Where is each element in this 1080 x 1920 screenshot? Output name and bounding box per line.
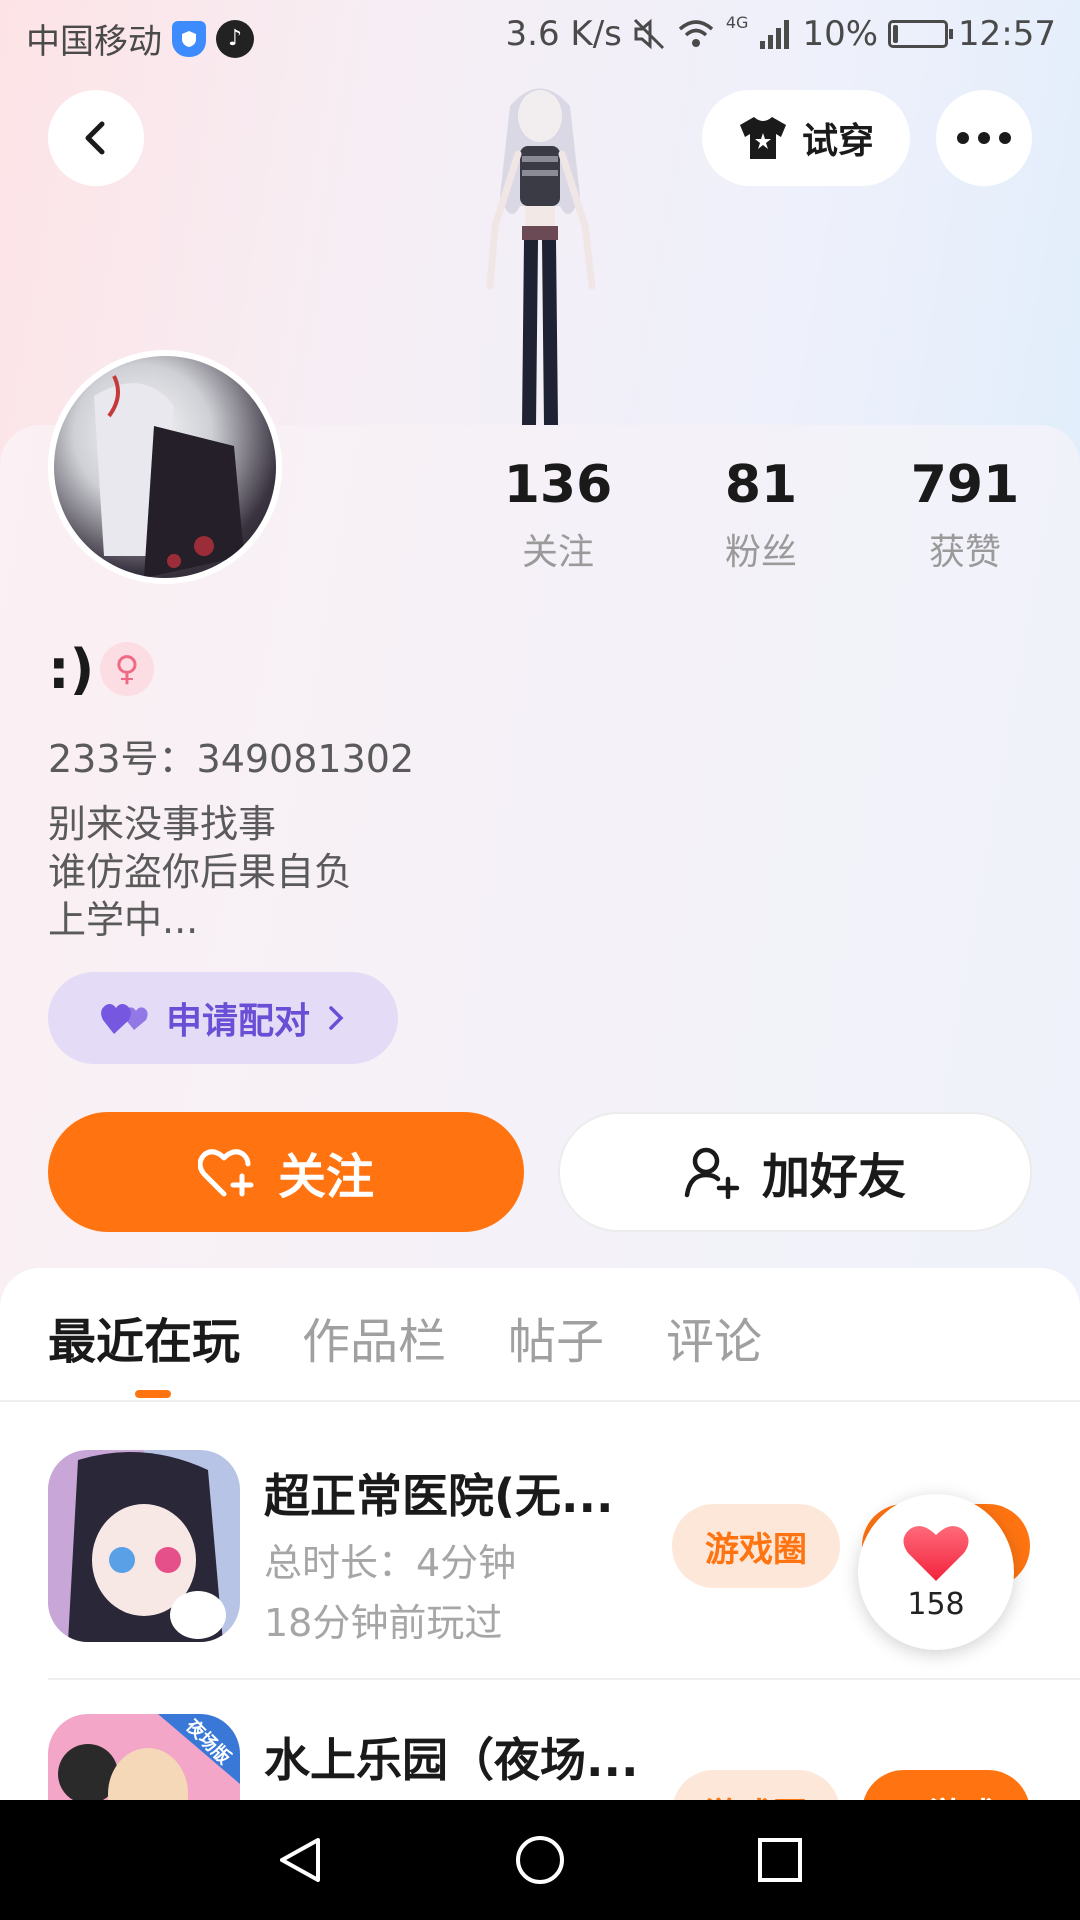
game-circle-button[interactable]: 游戏圈 bbox=[672, 1770, 840, 1800]
likes-label: 获赞 bbox=[928, 532, 1001, 573]
add-person-icon bbox=[684, 1147, 740, 1199]
add-friend-label: 加好友 bbox=[761, 1149, 906, 1205]
tab-works[interactable]: 作品栏 bbox=[302, 1302, 446, 1372]
carrier-label: 中国移动 bbox=[26, 22, 162, 62]
shield-icon bbox=[172, 20, 206, 57]
nav-recents-icon[interactable] bbox=[754, 1834, 806, 1886]
tshirt-icon bbox=[739, 117, 786, 159]
nav-home-icon[interactable] bbox=[514, 1834, 566, 1886]
game-icon[interactable]: 夜场版 bbox=[48, 1714, 240, 1800]
follow-label: 关注 bbox=[277, 1149, 374, 1205]
tab-comments[interactable]: 评论 bbox=[666, 1302, 762, 1372]
back-button[interactable] bbox=[48, 90, 144, 186]
heart-plus-icon bbox=[197, 1149, 254, 1197]
status-bar: 中国移动 ♪ 3.6 K/s 4G 10% 12:57 bbox=[0, 0, 1080, 74]
game-title: 水上乐园（夜场... bbox=[264, 1733, 639, 1787]
wifi-icon bbox=[678, 20, 714, 47]
back-arrow-icon bbox=[85, 121, 105, 155]
try-on-button[interactable]: 试穿 bbox=[702, 90, 910, 186]
signal-icon bbox=[760, 20, 790, 49]
like-bubble[interactable]: 158 bbox=[858, 1494, 1014, 1650]
tab-recently-played[interactable]: 最近在玩 bbox=[48, 1302, 240, 1372]
user-id: 233号：349081302 bbox=[48, 737, 415, 781]
avatar[interactable] bbox=[48, 350, 282, 584]
clock: 12:57 bbox=[958, 14, 1056, 54]
tabs-divider bbox=[0, 1400, 1080, 1402]
following-count: 136 bbox=[503, 455, 613, 515]
likes-count: 791 bbox=[910, 455, 1020, 515]
stat-likes[interactable]: 791 获赞 bbox=[885, 455, 1045, 575]
system-nav-bar bbox=[0, 1800, 1080, 1920]
game-title: 超正常医院(无... bbox=[264, 1469, 614, 1523]
chevron-right-icon bbox=[329, 1006, 344, 1030]
game-circle-button[interactable]: 游戏圈 bbox=[672, 1504, 840, 1588]
like-count: 158 bbox=[907, 1586, 965, 1622]
battery-percent: 10% bbox=[802, 14, 879, 54]
following-label: 关注 bbox=[521, 532, 594, 573]
network-type: 4G bbox=[725, 12, 749, 32]
row-divider bbox=[48, 1678, 1080, 1680]
bio-line: 谁仿盗你后果自负 bbox=[48, 850, 353, 894]
tab-indicator bbox=[135, 1390, 171, 1398]
try-on-label: 试穿 bbox=[801, 121, 874, 162]
bio-line: 别来没事找事 bbox=[48, 802, 277, 846]
more-button[interactable] bbox=[936, 90, 1032, 186]
add-friend-button[interactable]: 加好友 bbox=[558, 1112, 1032, 1232]
tab-posts[interactable]: 帖子 bbox=[508, 1302, 604, 1372]
apply-pair-button[interactable]: 申请配对 bbox=[48, 972, 398, 1064]
profile-tabs: 最近在玩 作品栏 帖子 评论 bbox=[48, 1302, 762, 1372]
net-speed: 3.6 K/s bbox=[505, 14, 622, 54]
game-duration: 总时长：4分钟 bbox=[264, 1541, 517, 1585]
double-heart-icon bbox=[101, 1004, 148, 1034]
bio: 别来没事找事 谁仿盗你后果自负 上学中... bbox=[48, 800, 352, 944]
heart-icon bbox=[903, 1525, 969, 1581]
bio-line: 上学中... bbox=[48, 898, 199, 942]
battery-icon bbox=[888, 20, 954, 48]
avatar-3d-figure bbox=[486, 88, 596, 426]
apply-pair-label: 申请配对 bbox=[165, 1001, 310, 1042]
stat-following[interactable]: 136 关注 bbox=[478, 455, 638, 575]
game-last-played: 18分钟前玩过 bbox=[264, 1601, 503, 1645]
followers-count: 81 bbox=[724, 455, 798, 515]
stat-followers[interactable]: 81 粉丝 bbox=[681, 455, 841, 575]
more-icon bbox=[957, 132, 1011, 144]
game-row[interactable]: 夜场版 水上乐园（夜场... 游戏圈 玩游戏 bbox=[48, 1714, 1080, 1800]
mute-icon bbox=[633, 18, 664, 50]
female-gender-icon: ♀ bbox=[100, 642, 154, 696]
game-icon[interactable] bbox=[48, 1450, 240, 1642]
play-game-button[interactable]: 玩游戏 bbox=[862, 1770, 1030, 1800]
nav-back-icon[interactable] bbox=[274, 1834, 326, 1886]
followers-label: 粉丝 bbox=[724, 532, 797, 573]
follow-button[interactable]: 关注 bbox=[48, 1112, 524, 1232]
tiktok-icon: ♪ bbox=[216, 19, 254, 58]
nickname: :) bbox=[48, 638, 95, 701]
